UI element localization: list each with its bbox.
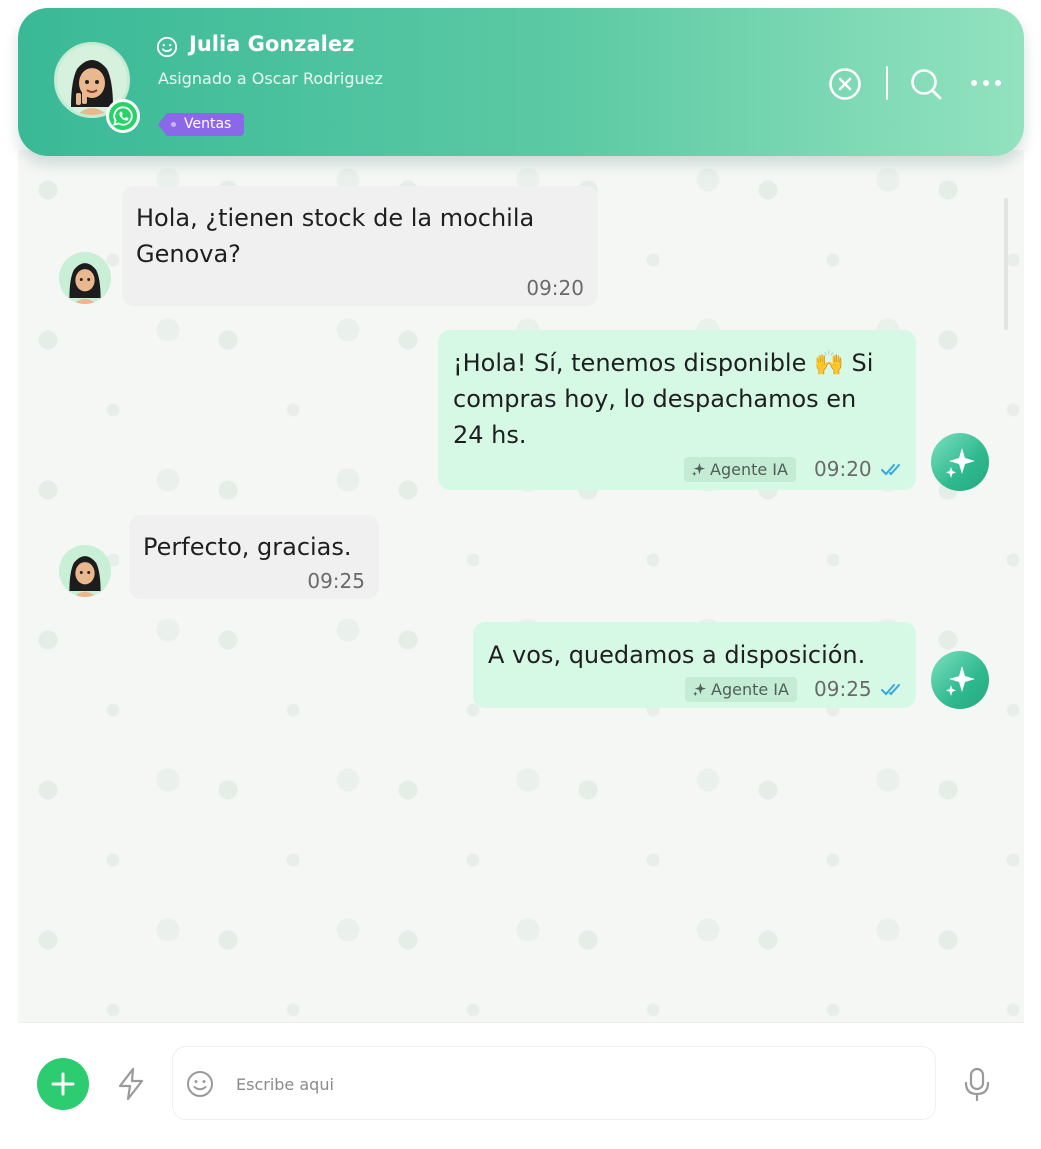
header-divider (886, 66, 888, 100)
contact-name[interactable]: Julia Gonzalez (189, 32, 354, 56)
message-bubble-incoming[interactable]: Perfecto, gracias. 09:25 (129, 515, 379, 599)
chat-header: Julia Gonzalez Asignado a Oscar Rodrigue… (18, 8, 1024, 156)
close-icon[interactable] (828, 67, 862, 101)
agent-label: Agente IA (710, 460, 788, 479)
ai-agent-avatar (931, 651, 989, 709)
message-text: Hola, ¿tienen stock de la mochila Genova… (136, 204, 535, 268)
sparkle-icon (946, 666, 975, 696)
double-check-icon (881, 684, 900, 696)
contact-avatar-small (59, 252, 111, 304)
whatsapp-icon (106, 99, 140, 133)
double-check-icon (881, 464, 900, 476)
message-time: 09:25 (814, 677, 872, 701)
message-text: ¡Hola! Sí, tenemos disponible 🙌 Si compr… (453, 349, 874, 449)
tag-ventas[interactable]: Ventas (158, 113, 245, 136)
ai-agent-avatar (931, 433, 989, 491)
chat-scrollbar[interactable] (1004, 198, 1008, 330)
more-icon[interactable] (968, 73, 1004, 93)
bolt-icon[interactable] (113, 1066, 149, 1102)
message-time: 09:20 (814, 457, 872, 481)
sparkle-icon (692, 682, 707, 697)
add-icon (51, 1072, 75, 1096)
contact-avatar-small (59, 545, 111, 597)
message-time: 09:25 (307, 569, 365, 593)
sparkle-icon (691, 462, 706, 477)
agent-label: Agente IA (711, 680, 789, 699)
message-input[interactable] (236, 1068, 896, 1100)
message-time: 09:20 (526, 276, 584, 300)
assigned-agent: Asignado a Oscar Rodriguez (158, 69, 383, 88)
agent-ia-badge: Agente IA (685, 677, 797, 702)
message-text: Perfecto, gracias. (143, 533, 352, 561)
message-bubble-outgoing[interactable]: ¡Hola! Sí, tenemos disponible 🙌 Si compr… (438, 330, 916, 490)
search-icon[interactable] (908, 66, 944, 102)
message-text: A vos, quedamos a disposición. (488, 641, 866, 669)
sparkle-icon (946, 448, 975, 478)
message-bubble-incoming[interactable]: Hola, ¿tienen stock de la mochila Genova… (122, 186, 598, 306)
emoji-icon[interactable] (186, 1070, 214, 1098)
add-button[interactable] (37, 1058, 89, 1110)
microphone-icon[interactable] (960, 1066, 994, 1102)
agent-ia-badge: Agente IA (684, 457, 796, 482)
smile-icon (156, 36, 178, 58)
message-bubble-outgoing[interactable]: A vos, quedamos a disposición. Agente IA… (473, 622, 916, 708)
